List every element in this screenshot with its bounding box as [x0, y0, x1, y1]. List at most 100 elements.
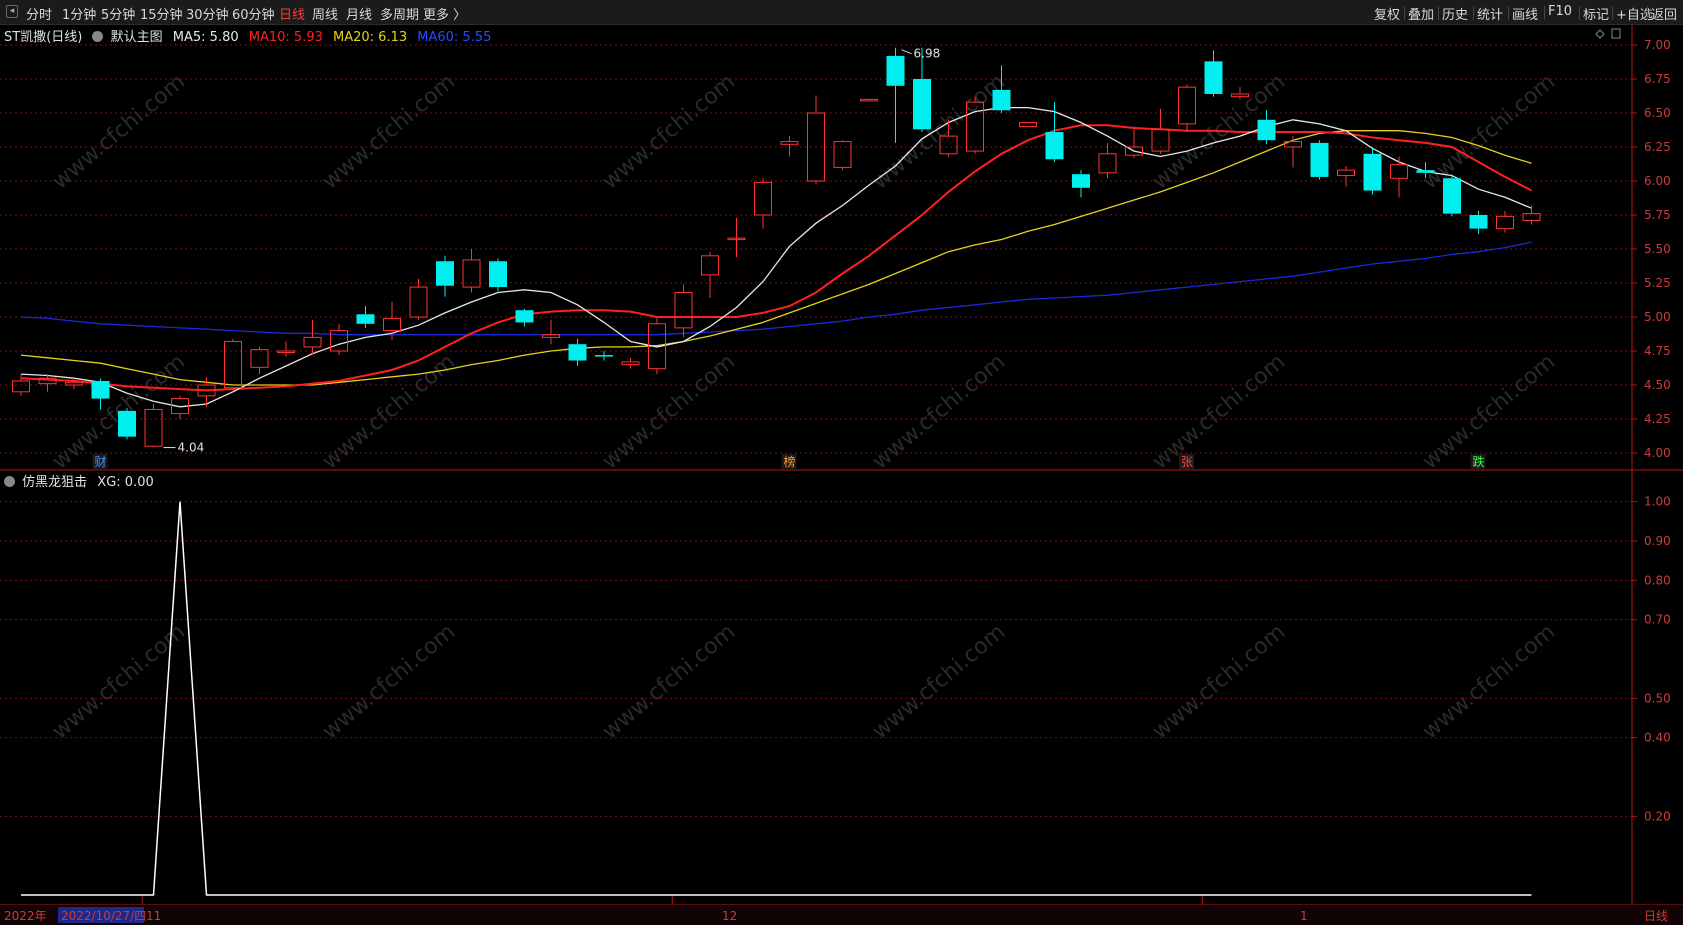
chart-canvas[interactable]: www.cfchi.com www.cfchi.com www.cfchi.com w… — [0, 0, 1683, 925]
candle-body-up — [1337, 169, 1355, 177]
candle-body-up — [542, 334, 560, 338]
ma20-line — [20, 130, 1532, 386]
candle-body-up — [277, 350, 295, 353]
low-price-label: 4.04 — [178, 441, 205, 455]
candle-body-up — [303, 336, 322, 348]
watermark-text: www.cfchi.com — [868, 69, 1010, 194]
candle-body-up — [1178, 86, 1196, 125]
month-label: 12 — [722, 909, 737, 923]
time-axis-bar — [0, 905, 1683, 925]
candle-body-down — [1443, 178, 1461, 214]
candle-body-down — [1363, 153, 1382, 191]
candle-body-down — [1257, 119, 1276, 141]
candle-body-down — [992, 89, 1011, 111]
price-tick-label: 7.00 — [1644, 38, 1671, 52]
event-marker-3[interactable]: 财 — [95, 455, 107, 469]
candle-body-down — [489, 261, 507, 288]
indicator-tick-label: 0.20 — [1644, 809, 1671, 823]
candle-body-down — [568, 344, 587, 361]
price-tick-label: 5.25 — [1644, 276, 1671, 290]
month-label: 11 — [146, 909, 161, 923]
candle-body-down — [356, 314, 375, 324]
candle-body-down — [1072, 174, 1090, 188]
candle-body-up — [1496, 215, 1514, 230]
price-tick-label: 5.00 — [1644, 310, 1671, 324]
candle-body-up — [12, 380, 30, 393]
candle-body-down — [1310, 142, 1329, 177]
price-tick-label: 5.75 — [1644, 208, 1671, 222]
candle-body-up — [674, 292, 693, 329]
candle-body-up — [780, 141, 799, 145]
candle-body-up — [701, 255, 719, 276]
candle-body-up — [1019, 122, 1037, 128]
watermark-text: www.cfchi.com — [598, 349, 740, 474]
watermark-text: www.cfchi.com — [868, 619, 1010, 744]
candle-body-down — [595, 355, 613, 357]
candle-body-down — [886, 55, 905, 86]
candle-body-down — [118, 410, 136, 437]
candle-body-down — [1045, 132, 1064, 160]
year-label: 2022年 — [4, 909, 47, 923]
indicator-tick-label: 0.90 — [1644, 534, 1671, 548]
candle-body-up — [1151, 128, 1170, 152]
diamond-icon[interactable] — [1595, 29, 1605, 39]
price-tick-label: 6.25 — [1644, 140, 1671, 154]
candle-body-up — [833, 141, 852, 168]
watermark-text: www.cfchi.com — [318, 619, 460, 744]
watermark-text: www.cfchi.com — [1148, 349, 1290, 474]
candle-body-up — [621, 361, 640, 366]
watermark-text: www.cfchi.com — [1418, 349, 1560, 474]
candle-body-up — [250, 349, 269, 368]
price-tick-label: 6.50 — [1644, 106, 1671, 120]
watermark-text: www.cfchi.com — [868, 349, 1010, 474]
candle-body-up — [65, 381, 83, 386]
watermark-text: www.cfchi.com — [318, 69, 460, 194]
candle-body-up — [330, 330, 348, 352]
indicator-tick-label: 0.50 — [1644, 691, 1671, 705]
watermark-text: www.cfchi.com — [1148, 619, 1290, 744]
candle-body-up — [224, 340, 242, 389]
candle-body-down — [91, 380, 110, 399]
event-marker-55[interactable]: 跌 — [1473, 454, 1485, 469]
price-tick-label: 4.50 — [1644, 378, 1671, 392]
price-tick-label: 6.00 — [1644, 174, 1671, 188]
indicator-tick-label: 0.80 — [1644, 573, 1671, 587]
candle-body-down — [1469, 215, 1488, 229]
watermark-text: www.cfchi.com — [1418, 619, 1560, 744]
cursor-date-label: 2022/10/27/四 — [61, 909, 146, 923]
candle-body-down — [436, 261, 454, 286]
ma60-line — [20, 241, 1532, 336]
price-tick-label: 4.00 — [1644, 446, 1671, 460]
watermark-text: www.cfchi.com — [598, 619, 740, 744]
indicator-tick-label: 0.70 — [1644, 613, 1671, 627]
period-label: 日线 — [1644, 909, 1668, 923]
window-icon[interactable] — [1611, 28, 1621, 39]
candle-body-up — [1098, 153, 1117, 174]
candle-body-down — [515, 310, 534, 323]
candle-body-down — [913, 79, 931, 130]
watermark-text: www.cfchi.com — [48, 69, 190, 194]
candle-body-up — [409, 286, 428, 318]
indicator-tick-label: 0.40 — [1644, 731, 1671, 745]
candle-body-up — [383, 317, 401, 332]
candle-body-up — [860, 98, 878, 102]
price-tick-label: 4.75 — [1644, 344, 1671, 358]
watermark-text: www.cfchi.com — [1418, 69, 1560, 194]
month-label: 1 — [1300, 909, 1308, 923]
candle-body-up — [1390, 164, 1408, 179]
watermark-text: www.cfchi.com — [598, 69, 740, 194]
indicator-tick-label: 1.00 — [1644, 495, 1671, 509]
watermark-text: www.cfchi.com — [318, 349, 460, 474]
price-tick-label: 4.25 — [1644, 412, 1671, 426]
price-tick-label: 5.50 — [1644, 242, 1671, 256]
high-price-label: 6.98 — [914, 47, 941, 61]
price-tick-label: 6.75 — [1644, 72, 1671, 86]
candle-body-down — [1204, 61, 1223, 94]
high-pointer — [901, 49, 912, 55]
ma5-line — [20, 106, 1532, 408]
candle-body-down — [1416, 170, 1435, 173]
event-marker-44[interactable]: 张 — [1181, 455, 1193, 469]
candle-body-up — [144, 408, 163, 447]
event-marker-29[interactable]: 榜 — [784, 454, 796, 469]
candle-body-up — [754, 181, 772, 216]
